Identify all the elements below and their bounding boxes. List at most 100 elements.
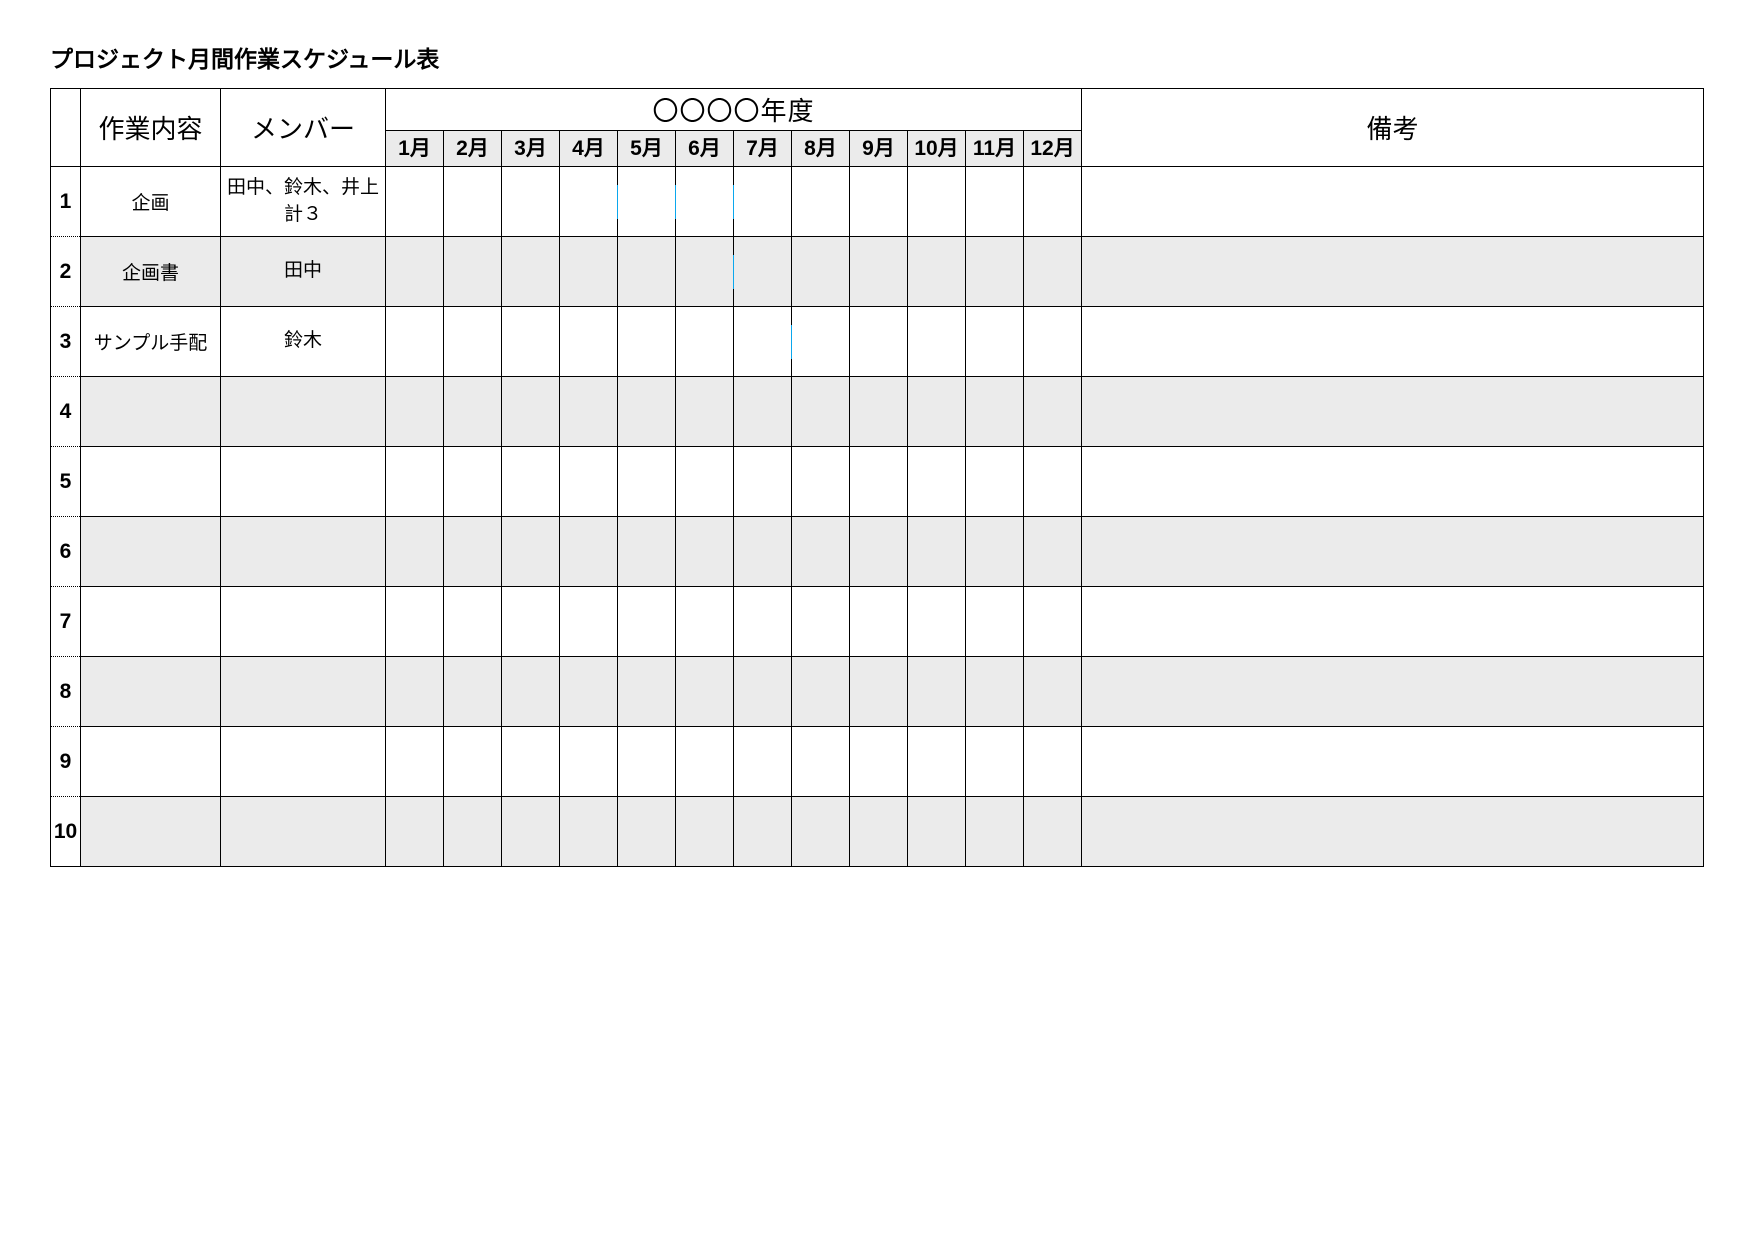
- row-index: 2: [51, 237, 81, 307]
- page-title: プロジェクト月間作業スケジュール表: [50, 40, 1704, 74]
- gantt-cell: [386, 447, 444, 517]
- gantt-cell: [444, 657, 502, 727]
- gantt-cell: [444, 727, 502, 797]
- remark-cell: [1082, 237, 1704, 307]
- gantt-cell: [966, 587, 1024, 657]
- gantt-cell: [386, 727, 444, 797]
- gantt-cell: [908, 727, 966, 797]
- gantt-cell: [676, 377, 734, 447]
- gantt-cell: [1024, 797, 1082, 867]
- gantt-cell: [560, 377, 618, 447]
- gantt-cell: [792, 377, 850, 447]
- gantt-cell: [734, 587, 792, 657]
- gantt-cell: [850, 167, 908, 237]
- table-row: 8: [51, 657, 1704, 727]
- row-index: 9: [51, 727, 81, 797]
- gantt-cell: [502, 307, 560, 377]
- gantt-cell: [792, 797, 850, 867]
- gantt-cell: [560, 447, 618, 517]
- gantt-cell: [1024, 377, 1082, 447]
- gantt-cell: [850, 727, 908, 797]
- table-row: 6: [51, 517, 1704, 587]
- gantt-cell: [850, 307, 908, 377]
- table-row: 2企画書田中: [51, 237, 1704, 307]
- member-cell: 鈴木: [221, 307, 386, 377]
- gantt-cell: [560, 307, 618, 377]
- gantt-cell: [966, 517, 1024, 587]
- task-cell: [81, 587, 221, 657]
- task-cell: [81, 797, 221, 867]
- row-index: 4: [51, 377, 81, 447]
- gantt-cell: [560, 657, 618, 727]
- gantt-cell: [734, 657, 792, 727]
- gantt-cell: [734, 307, 792, 377]
- month-header: 11月: [966, 131, 1024, 167]
- gantt-cell: [444, 517, 502, 587]
- gantt-cell: [734, 727, 792, 797]
- gantt-cell: [908, 237, 966, 307]
- gantt-cell: [502, 797, 560, 867]
- gantt-cell: [850, 587, 908, 657]
- gantt-cell: [792, 657, 850, 727]
- month-header: 3月: [502, 131, 560, 167]
- gantt-cell: [676, 237, 734, 307]
- gantt-cell: [444, 447, 502, 517]
- gantt-cell: [966, 307, 1024, 377]
- gantt-cell: [618, 587, 676, 657]
- row-index: 10: [51, 797, 81, 867]
- gantt-cell: [444, 307, 502, 377]
- gantt-cell: [734, 517, 792, 587]
- month-header: 7月: [734, 131, 792, 167]
- gantt-cell: [966, 657, 1024, 727]
- table-row: 1企画田中、鈴木、井上計３: [51, 167, 1704, 237]
- remark-cell: [1082, 587, 1704, 657]
- task-cell: 企画書: [81, 237, 221, 307]
- table-row: 10: [51, 797, 1704, 867]
- gantt-cell: [908, 587, 966, 657]
- row-index: 6: [51, 517, 81, 587]
- gantt-cell: [676, 517, 734, 587]
- gantt-cell: [676, 727, 734, 797]
- member-cell: [221, 587, 386, 657]
- gantt-cell: [908, 447, 966, 517]
- gantt-cell: [386, 517, 444, 587]
- gantt-cell: [850, 517, 908, 587]
- row-index: 1: [51, 167, 81, 237]
- remark-cell: [1082, 727, 1704, 797]
- gantt-cell: [618, 447, 676, 517]
- gantt-cell: [386, 307, 444, 377]
- gantt-cell: [792, 167, 850, 237]
- gantt-cell: [966, 447, 1024, 517]
- gantt-cell: [792, 517, 850, 587]
- gantt-cell: [676, 447, 734, 517]
- gantt-cell: [966, 167, 1024, 237]
- row-index: 3: [51, 307, 81, 377]
- gantt-cell: [618, 167, 676, 237]
- month-header: 1月: [386, 131, 444, 167]
- gantt-cell: [966, 797, 1024, 867]
- gantt-cell: [850, 377, 908, 447]
- gantt-cell: [734, 167, 792, 237]
- member-cell: 田中: [221, 237, 386, 307]
- remark-cell: [1082, 657, 1704, 727]
- task-cell: [81, 517, 221, 587]
- task-cell: 企画: [81, 167, 221, 237]
- gantt-cell: [618, 797, 676, 867]
- header-index: [51, 89, 81, 167]
- gantt-cell: [908, 657, 966, 727]
- member-cell: [221, 727, 386, 797]
- gantt-cell: [676, 307, 734, 377]
- table-row: 9: [51, 727, 1704, 797]
- gantt-cell: [792, 587, 850, 657]
- month-header: 12月: [1024, 131, 1082, 167]
- gantt-cell: [1024, 237, 1082, 307]
- gantt-cell: [386, 237, 444, 307]
- task-cell: [81, 447, 221, 517]
- row-index: 5: [51, 447, 81, 517]
- gantt-cell: [1024, 517, 1082, 587]
- header-remark: 備考: [1082, 89, 1704, 167]
- gantt-cell: [850, 237, 908, 307]
- schedule-table: 作業内容 メンバー 〇〇〇〇年度 備考 1月 2月 3月 4月 5月 6月 7月…: [50, 88, 1704, 867]
- gantt-cell: [908, 307, 966, 377]
- gantt-cell: [444, 167, 502, 237]
